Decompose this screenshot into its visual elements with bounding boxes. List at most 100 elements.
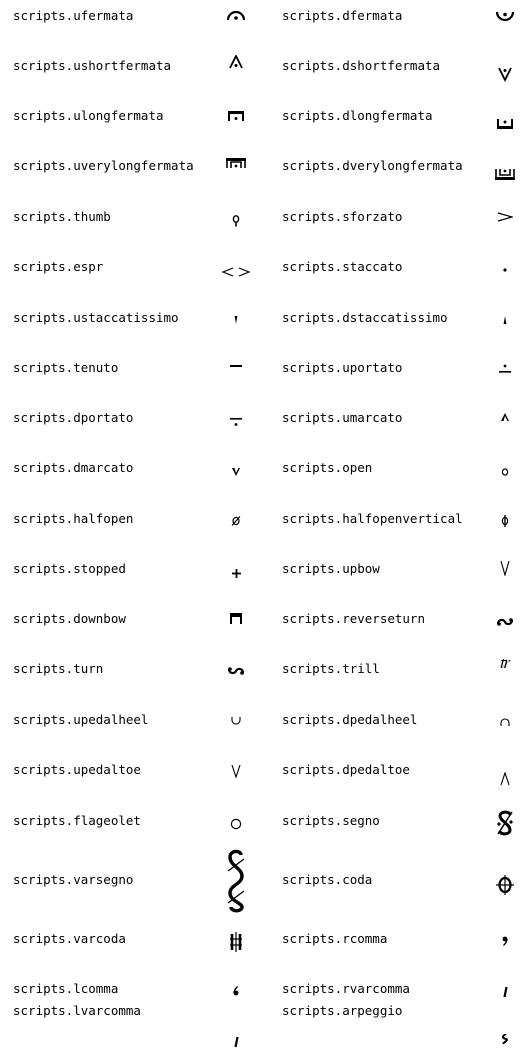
thumb-icon [216, 215, 256, 227]
sforzato-icon [485, 212, 525, 222]
glyph-name-right: scripts.dshortfermata [282, 58, 441, 73]
glyph-name-right: scripts.coda [282, 872, 373, 887]
glyph-name-left: scripts.lvarcomma [13, 1003, 141, 1018]
glyph-name-left: scripts.halfopen [13, 511, 134, 526]
table-row: scripts.dportato scripts.umarcato [0, 402, 525, 452]
glyph-name-right: scripts.dstaccatissimo [282, 310, 448, 325]
table-row: scripts.espr scripts.staccato [0, 251, 525, 301]
glyph-name-right: scripts.rcomma [282, 931, 388, 946]
table-row: scripts.varsegno scripts.coda [0, 849, 525, 921]
halfopen-icon [216, 516, 256, 526]
glyph-name-right: scripts.dlongfermata [282, 108, 433, 123]
uverylongfermata-icon [216, 157, 256, 169]
dstaccatissimo-icon [485, 316, 525, 324]
dmarcato-icon [216, 468, 256, 476]
glyph-name-left: scripts.thumb [13, 209, 111, 224]
glyph-name-right: scripts.segno [282, 813, 380, 828]
table-row: scripts.ufermata scripts.dfermata [0, 0, 525, 50]
trill-icon: 𝆖 [499, 652, 511, 673]
table-row: scripts.ustaccatissimo scripts.dstaccatis… [0, 301, 525, 351]
glyph-name-left: scripts.ulongfermata [13, 108, 164, 123]
table-row: scripts.lvarcomma scripts.arpeggio [0, 1003, 525, 1062]
glyph-name-left: scripts.ustaccatissimo [13, 310, 179, 325]
varsegno-icon [216, 849, 256, 913]
table-row: scripts.ushortfermata scripts.dshortferma… [0, 50, 525, 100]
dportato-icon [216, 417, 256, 427]
glyph-name-right: scripts.dpedalheel [282, 712, 418, 727]
umarcato-icon [485, 413, 525, 421]
ufermata-icon [216, 9, 256, 21]
table-row: scripts.stopped scripts.upbow [0, 553, 525, 603]
staccato-icon [485, 268, 525, 272]
glyph-name-left: scripts.downbow [13, 611, 126, 626]
table-row: scripts.flageolet scripts.segno [0, 804, 525, 854]
glyph-name-left: scripts.upedalheel [13, 712, 149, 727]
arpeggio-icon [485, 1034, 525, 1044]
table-row: scripts.upedalheel scripts.dpedalheel [0, 703, 525, 754]
table-row: scripts.dmarcato scripts.open [0, 452, 525, 502]
ustaccatissimo-icon [216, 316, 256, 324]
tenuto-icon [216, 365, 256, 368]
glyph-name-right: scripts.halfopenvertical [282, 511, 463, 526]
glyph-name-left: scripts.ushortfermata [13, 58, 172, 73]
glyph-name-right: scripts.dpedaltoe [282, 762, 410, 777]
upedalheel-icon [216, 716, 256, 726]
glyph-name-left: scripts.uverylongfermata [13, 158, 194, 173]
espr-icon [216, 267, 256, 277]
glyph-name-right: scripts.rvarcomma [282, 981, 410, 996]
rcomma-icon [485, 936, 525, 946]
glyph-name-right: scripts.uportato [282, 360, 403, 375]
glyph-name-right: scripts.staccato [282, 259, 403, 274]
halfopenvertical-icon [485, 515, 525, 527]
glyph-name-left: scripts.upedaltoe [13, 762, 141, 777]
glyph-name-right: scripts.trill [282, 661, 380, 676]
lvarcomma-icon [216, 1036, 256, 1048]
dshortfermata-icon [485, 66, 525, 82]
glyph-name-right: scripts.umarcato [282, 410, 403, 425]
downbow-icon [216, 613, 256, 624]
table-row: scripts.varcoda scripts.rcomma [0, 921, 525, 972]
ulongfermata-icon [216, 110, 256, 122]
glyph-name-left: scripts.dportato [13, 410, 134, 425]
table-row: scripts.tenuto scripts.uportato [0, 351, 525, 402]
glyph-name-left: scripts.ufermata [13, 8, 134, 23]
stopped-icon [216, 569, 256, 578]
glyph-name-left: scripts.turn [13, 661, 104, 676]
table-row: scripts.downbow scripts.reverseturn [0, 603, 525, 653]
glyph-name-left: scripts.dmarcato [13, 460, 134, 475]
table-row: scripts.ulongfermata scripts.dlongfermata [0, 100, 525, 150]
dfermata-icon [485, 10, 525, 24]
reverseturn-icon [485, 617, 525, 627]
glyph-name-right: scripts.open [282, 460, 373, 475]
glyph-name-right: scripts.reverseturn [282, 611, 425, 626]
lcomma-icon [216, 986, 256, 996]
glyph-name-left: scripts.tenuto [13, 360, 119, 375]
flageolet-icon [216, 818, 256, 830]
open-icon [485, 468, 525, 476]
dverylongfermata-icon [485, 168, 525, 181]
table-row: scripts.thumb scripts.sforzato [0, 201, 525, 251]
glyph-name-right: scripts.dverylongfermata [282, 158, 463, 173]
glyph-name-right: scripts.upbow [282, 561, 380, 576]
dpedaltoe-icon [485, 772, 525, 786]
table-row: scripts.uverylongfermata scripts.dverylon… [0, 150, 525, 201]
glyph-name-left: scripts.lcomma [13, 981, 119, 996]
glyph-name-left: scripts.flageolet [13, 813, 141, 828]
glyph-name-left: scripts.varsegno [13, 872, 134, 887]
upedaltoe-icon [216, 764, 256, 778]
table-row: scripts.halfopen scripts.halfopenvertical [0, 502, 525, 553]
glyph-name-left: scripts.varcoda [13, 931, 126, 946]
turn-icon [216, 666, 256, 676]
glyph-name-left: scripts.stopped [13, 561, 126, 576]
upbow-icon [485, 560, 525, 576]
glyph-name-left: scripts.espr [13, 259, 104, 274]
glyph-table: scripts.ufermata scripts.dfermata scripts.… [0, 0, 525, 1062]
glyph-name-right: scripts.arpeggio [282, 1003, 403, 1018]
varcoda-icon [216, 932, 256, 952]
glyph-name-right: scripts.dfermata [282, 8, 403, 23]
table-row: scripts.turn scripts.trill 𝆖 [0, 653, 525, 703]
segno-icon [485, 810, 525, 836]
ushortfermata-icon [216, 55, 256, 69]
coda-icon [485, 875, 525, 895]
uportato-icon [485, 364, 525, 374]
